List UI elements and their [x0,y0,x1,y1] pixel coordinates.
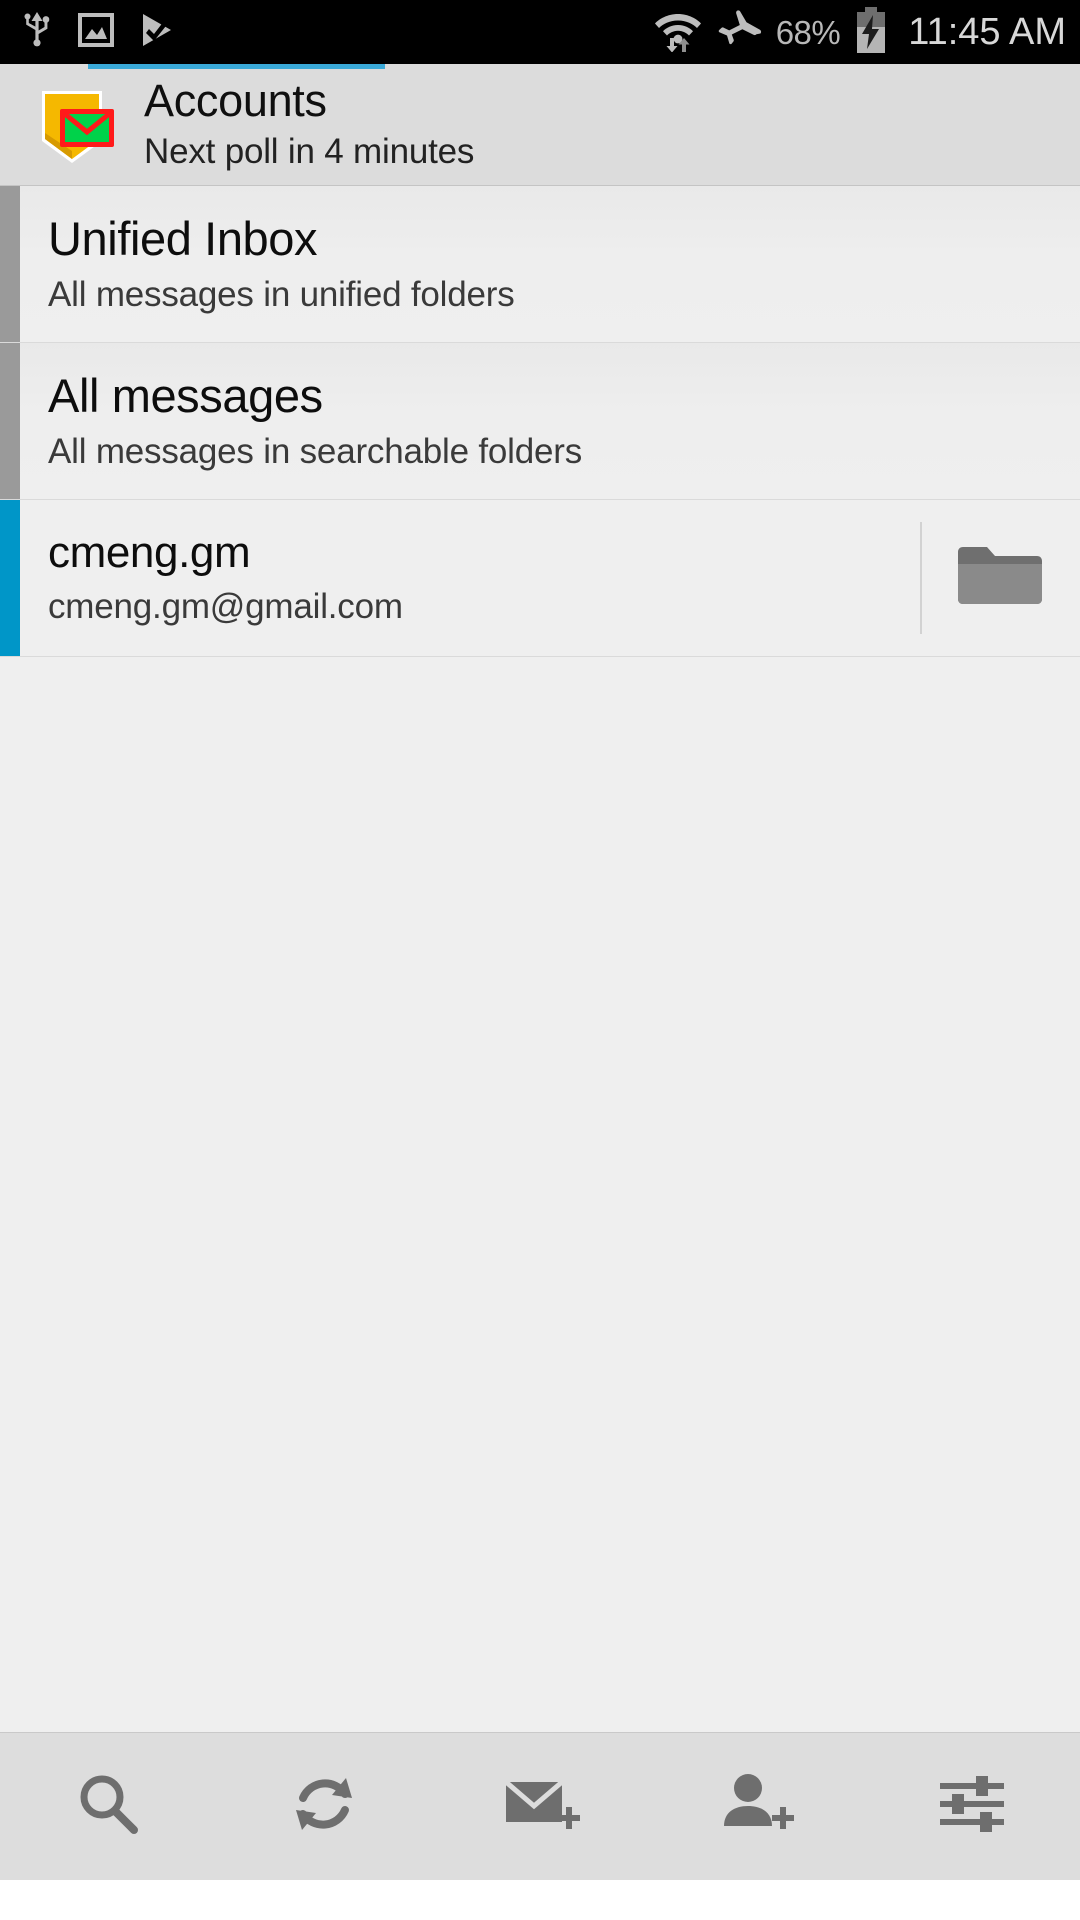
header-accent-line [88,64,385,69]
list-item-unified-inbox[interactable]: Unified Inbox All messages in unified fo… [0,186,1080,343]
battery-charging-icon [854,6,888,58]
list-item-title: Unified Inbox [48,211,318,265]
clock-label: 11:45 AM [908,11,1066,53]
add-account-icon [716,1768,796,1845]
folder-button[interactable] [920,500,1080,656]
row-text-block: All messages All messages in searchable … [20,343,1080,499]
airplane-mode-icon [716,8,762,57]
add-account-button[interactable] [648,1733,864,1880]
accounts-list: Unified Inbox All messages in unified fo… [0,186,1080,657]
compose-mail-button[interactable] [432,1733,648,1880]
list-item-subtitle: All messages in searchable folders [48,432,583,472]
list-item-title: All messages [48,368,323,422]
folder-icon [954,540,1046,617]
k9-mail-logo-icon [32,83,120,171]
list-item-all-messages[interactable]: All messages All messages in searchable … [0,343,1080,500]
row-accent-bar [0,343,20,499]
compose-mail-icon [500,1768,580,1845]
empty-content-area [0,657,1080,1732]
search-button[interactable] [0,1733,216,1880]
list-item-subtitle: cmeng.gm@gmail.com [48,586,403,626]
status-bar: 68% 11:45 AM [0,0,1080,64]
list-item-account-cmeng[interactable]: cmeng.gm cmeng.gm@gmail.com [0,500,1080,657]
battery-percent-label: 68% [775,13,841,51]
bottom-spacer [0,1880,1080,1920]
settings-button[interactable] [864,1733,1080,1880]
search-icon [72,1768,144,1845]
row-text-block: Unified Inbox All messages in unified fo… [20,186,1080,342]
settings-sliders-icon [934,1768,1010,1845]
refresh-button[interactable] [216,1733,432,1880]
row-text-block: cmeng.gm cmeng.gm@gmail.com [20,500,920,656]
poll-status-label: Next poll in 4 minutes [144,131,475,171]
row-accent-bar [0,186,20,342]
usb-icon [22,11,52,54]
list-item-title: cmeng.gm [48,528,251,578]
wifi-transfer-icon [654,8,702,57]
app-header: Accounts Next poll in 4 minutes [0,64,1080,186]
status-bar-right-icons: 68% 11:45 AM [654,6,1066,58]
header-text-block: Accounts Next poll in 4 minutes [144,75,475,172]
list-item-subtitle: All messages in unified folders [48,275,515,315]
page-title: Accounts [144,75,327,127]
screenshot-image-icon [78,12,114,53]
checkmark-flag-icon [140,12,174,53]
status-bar-left-icons [22,11,174,54]
refresh-icon [288,1768,360,1845]
row-divider [920,522,922,634]
row-accent-bar [0,500,20,656]
app-screen: 68% 11:45 AM Accounts Next poll in 4 min… [0,0,1080,1920]
bottom-toolbar [0,1732,1080,1880]
